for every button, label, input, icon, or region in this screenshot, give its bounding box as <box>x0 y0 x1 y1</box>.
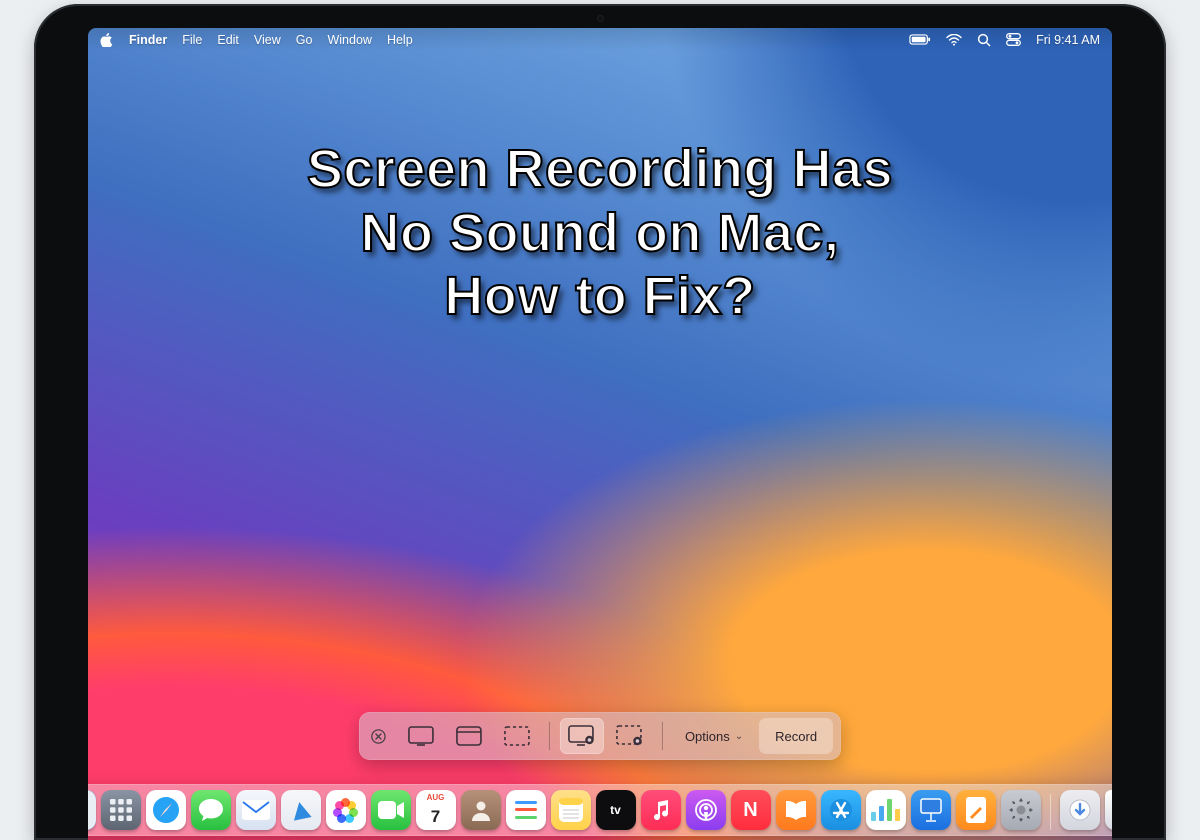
dock-separator <box>1050 794 1051 830</box>
dock-facetime-icon[interactable] <box>371 790 411 830</box>
dock-photos-icon[interactable] <box>326 790 366 830</box>
screenshot-toolbar: Options ⌄ Record <box>359 712 841 760</box>
dock-numbers-icon[interactable] <box>866 790 906 830</box>
dock-maps-icon[interactable] <box>281 790 321 830</box>
menubar: Finder File Edit View Go Window Help <box>88 28 1112 51</box>
laptop-bezel: Finder File Edit View Go Window Help <box>34 4 1166 840</box>
apple-menu-icon[interactable] <box>100 33 114 47</box>
calendar-day: 7 <box>416 807 456 827</box>
menubar-item-help[interactable]: Help <box>387 33 413 47</box>
screen: Finder File Edit View Go Window Help <box>88 28 1112 840</box>
spotlight-icon[interactable] <box>977 33 991 47</box>
screenshot-record-button[interactable]: Record <box>759 718 833 754</box>
dock-pages-icon[interactable] <box>956 790 996 830</box>
headline-overlay: Screen Recording Has No Sound on Mac, Ho… <box>88 138 1112 329</box>
record-selection-button[interactable] <box>608 718 652 754</box>
dock-container: AUG 7 tv <box>88 784 1112 836</box>
menubar-item-edit[interactable]: Edit <box>217 33 239 47</box>
dock-launchpad-icon[interactable] <box>101 790 141 830</box>
dock-reminders-icon[interactable] <box>506 790 546 830</box>
dock: AUG 7 tv <box>88 784 1112 836</box>
chevron-down-icon: ⌄ <box>735 731 743 742</box>
menubar-item-file[interactable]: File <box>182 33 202 47</box>
dock-system-preferences-icon[interactable] <box>1001 790 1041 830</box>
dock-messages-icon[interactable] <box>191 790 231 830</box>
dock-tv-icon[interactable]: tv <box>596 790 636 830</box>
record-entire-screen-button[interactable] <box>560 718 604 754</box>
options-label: Options <box>685 729 730 744</box>
dock-news-icon[interactable]: N <box>731 790 771 830</box>
dock-downloads-icon[interactable] <box>1060 790 1100 830</box>
dock-books-icon[interactable] <box>776 790 816 830</box>
menubar-item-window[interactable]: Window <box>327 33 371 47</box>
dock-podcasts-icon[interactable] <box>686 790 726 830</box>
dock-safari-icon[interactable] <box>146 790 186 830</box>
screenshot-options-button[interactable]: Options ⌄ <box>673 718 755 754</box>
record-label: Record <box>775 729 817 744</box>
menubar-app-name[interactable]: Finder <box>129 33 167 47</box>
toolbar-separator <box>549 722 550 750</box>
menubar-clock[interactable]: Fri 9:41 AM <box>1036 33 1100 47</box>
camera-dot <box>597 15 604 22</box>
dock-keynote-icon[interactable] <box>911 790 951 830</box>
capture-entire-screen-button[interactable] <box>399 718 443 754</box>
dock-notes-icon[interactable] <box>551 790 591 830</box>
capture-selection-button[interactable] <box>495 718 539 754</box>
dock-calendar-icon[interactable]: AUG 7 <box>416 790 456 830</box>
dock-contacts-icon[interactable] <box>461 790 501 830</box>
battery-icon[interactable] <box>909 34 931 45</box>
dock-music-icon[interactable] <box>641 790 681 830</box>
wifi-icon[interactable] <box>946 34 962 46</box>
toolbar-separator <box>662 722 663 750</box>
menubar-item-go[interactable]: Go <box>296 33 313 47</box>
laptop-frame: Finder File Edit View Go Window Help <box>0 0 1200 800</box>
control-center-icon[interactable] <box>1006 33 1021 46</box>
capture-window-button[interactable] <box>447 718 491 754</box>
calendar-month: AUG <box>416 793 456 802</box>
dock-finder-icon[interactable] <box>88 790 96 830</box>
dock-appstore-icon[interactable] <box>821 790 861 830</box>
dock-mail-icon[interactable] <box>236 790 276 830</box>
screenshot-close-button[interactable] <box>367 725 389 747</box>
menubar-item-view[interactable]: View <box>254 33 281 47</box>
dock-trash-icon[interactable] <box>1105 790 1113 830</box>
